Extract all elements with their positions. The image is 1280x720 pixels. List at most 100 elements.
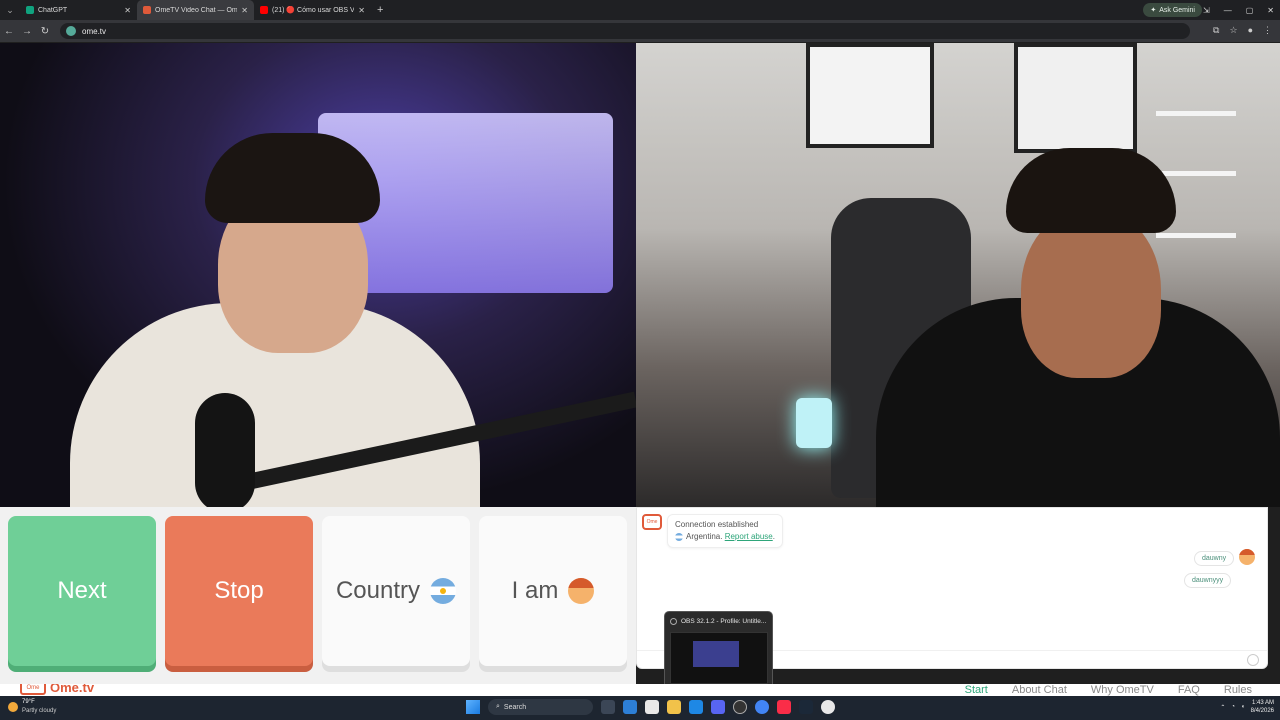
- argentina-flag-icon: [675, 532, 683, 541]
- file-explorer-icon[interactable]: [667, 700, 681, 714]
- profile-avatar[interactable]: ●: [1248, 25, 1253, 36]
- footer-link-faq[interactable]: FAQ: [1178, 684, 1200, 696]
- footer-nav: Start About Chat Why OmeTV FAQ Rules: [965, 684, 1252, 696]
- obs-preview-title: OBS 32.1.2 - Profile: Untitle...: [665, 612, 772, 625]
- close-tab-icon[interactable]: ✕: [241, 6, 248, 15]
- weather-temp: 79°F: [22, 699, 35, 705]
- ometv-favicon-icon: [143, 6, 151, 14]
- footer-link-why-ometv[interactable]: Why OmeTV: [1091, 684, 1154, 696]
- back-icon[interactable]: ←: [0, 26, 18, 37]
- tab-list-icon[interactable]: ⇲: [1203, 6, 1210, 15]
- menu-dots-icon[interactable]: ⋮: [1263, 25, 1272, 36]
- tab-youtube[interactable]: (21) 🔴 Cómo usar OBS Virtual ✕: [254, 0, 371, 20]
- steam-icon[interactable]: [799, 700, 813, 714]
- youtube-favicon-icon: [260, 6, 268, 14]
- discord-icon[interactable]: [711, 700, 725, 714]
- forward-icon[interactable]: →: [18, 26, 36, 37]
- network-icon[interactable]: ◔: [1231, 704, 1235, 710]
- boy-emoji-icon: [568, 578, 595, 604]
- address-bar-actions: ⧉ ☆ ● ⋮: [1213, 25, 1272, 36]
- search-label: Search: [503, 703, 527, 711]
- tray-overflow-icon[interactable]: ⌃: [1220, 704, 1225, 711]
- chat-message: dauwny: [1194, 551, 1235, 566]
- wall-shelf: [1156, 111, 1236, 116]
- clock[interactable]: 1:43 AM 8/4/2026: [1251, 699, 1274, 715]
- close-window-icon[interactable]: ✕: [1267, 6, 1274, 15]
- footer-link-rules[interactable]: Rules: [1224, 684, 1252, 696]
- microphone: [195, 393, 255, 507]
- obs-scene-preview: [693, 641, 739, 667]
- bookmark-star-icon[interactable]: ☆: [1229, 25, 1237, 36]
- copilot-icon[interactable]: [623, 700, 637, 714]
- person-hair: [1006, 148, 1176, 233]
- gemini-sparkle-icon: ✦: [1150, 7, 1157, 14]
- tab-title: ChatGPT: [38, 6, 68, 14]
- clock-date: 8/4/2026: [1250, 708, 1274, 714]
- maximize-icon[interactable]: ▢: [1246, 6, 1254, 15]
- weather-widget[interactable]: 79°F Partly cloudy: [8, 698, 56, 716]
- country-label: Country: [335, 577, 421, 604]
- person-hair: [205, 133, 380, 223]
- argentina-flag-icon: [430, 578, 457, 604]
- i-am-label: I am: [511, 577, 559, 604]
- task-view-icon[interactable]: [601, 700, 615, 714]
- windows-start-icon[interactable]: [466, 700, 480, 714]
- obs-window-title: OBS 32.1.2 - Profile: Untitle...: [681, 618, 767, 625]
- brand-name: Ome.tv: [50, 684, 95, 695]
- desk-light: [796, 398, 832, 448]
- search-icon: ⌕: [496, 703, 500, 710]
- country-button[interactable]: Country: [322, 516, 470, 666]
- site-info-icon[interactable]: [66, 26, 76, 36]
- cast-icon[interactable]: ⧉: [1213, 25, 1219, 36]
- tab-chatgpt[interactable]: ChatGPT ✕: [20, 0, 137, 20]
- obs-taskbar-preview[interactable]: OBS 32.1.2 - Profile: Untitle...: [664, 611, 773, 689]
- address-bar-row: ← → ↻ ome.tv ⧉ ☆ ● ⋮: [0, 20, 1280, 42]
- ometv-chat-logo-icon: Ome: [642, 514, 662, 530]
- ometv-logo[interactable]: Ome Ome.tv: [20, 684, 94, 695]
- obs-icon[interactable]: [733, 700, 747, 714]
- taskbar-apps: ⌕ Search: [466, 699, 835, 715]
- wall-shelf: [1156, 171, 1236, 176]
- stop-button[interactable]: Stop: [165, 516, 313, 666]
- close-tab-icon[interactable]: ✕: [358, 6, 365, 15]
- gemini-label: Ask Gemini: [1159, 6, 1195, 14]
- footer-link-about-chat[interactable]: About Chat: [1012, 684, 1067, 696]
- window-controls: ⇲ — ▢ ✕: [1203, 0, 1274, 20]
- i-am-button[interactable]: I am: [479, 516, 627, 666]
- taskbar-search[interactable]: ⌕ Search: [488, 699, 593, 715]
- tab-search-icon[interactable]: ⌄: [0, 0, 20, 20]
- stop-label: Stop: [214, 577, 264, 604]
- weather-desc: Partly cloudy: [22, 708, 57, 714]
- next-label: Next: [57, 577, 107, 604]
- wall-shelf: [1156, 233, 1236, 238]
- obs-logo-icon: [670, 618, 677, 625]
- wall-poster: [1014, 43, 1137, 153]
- reload-icon[interactable]: ↻: [36, 26, 54, 37]
- tab-title: (21) 🔴 Cómo usar OBS Virtual: [272, 7, 355, 14]
- video-area: [0, 43, 1280, 507]
- new-tab-plus-icon[interactable]: +: [371, 4, 389, 16]
- remote-camera-feed: [636, 43, 1280, 507]
- local-camera-feed: [0, 43, 636, 507]
- store-icon[interactable]: [645, 700, 659, 714]
- partner-country: Argentina.: [686, 532, 723, 541]
- edge-icon[interactable]: [689, 700, 703, 714]
- chatgpt-app-icon[interactable]: [821, 700, 835, 714]
- windows-taskbar: 79°F Partly cloudy ⌕ Search ⌃ ◔ ◖ 1:43 A…: [0, 696, 1280, 720]
- volume-icon[interactable]: ◖: [1241, 704, 1245, 710]
- minimize-icon[interactable]: —: [1224, 6, 1232, 15]
- next-button[interactable]: Next: [8, 516, 156, 666]
- close-tab-icon[interactable]: ✕: [124, 6, 131, 15]
- footer-link-start[interactable]: Start: [965, 684, 988, 696]
- chat-message: dauwnyyy: [1184, 573, 1232, 588]
- system-message: Connection established Argentina. Report…: [667, 514, 783, 548]
- tab-title: OmeTV Video Chat — Ome: [155, 6, 238, 14]
- ask-gemini-button[interactable]: ✦ Ask Gemini: [1143, 3, 1202, 17]
- report-abuse-link[interactable]: Report abuse: [725, 532, 773, 541]
- tab-ometv[interactable]: OmeTV Video Chat — Ome ✕: [137, 0, 254, 20]
- emoji-icon[interactable]: [1247, 654, 1259, 666]
- music-app-icon[interactable]: [777, 700, 791, 714]
- url-field[interactable]: ome.tv: [60, 23, 1190, 39]
- chrome-icon[interactable]: [755, 700, 769, 714]
- clock-time: 1:43 AM: [1251, 700, 1274, 706]
